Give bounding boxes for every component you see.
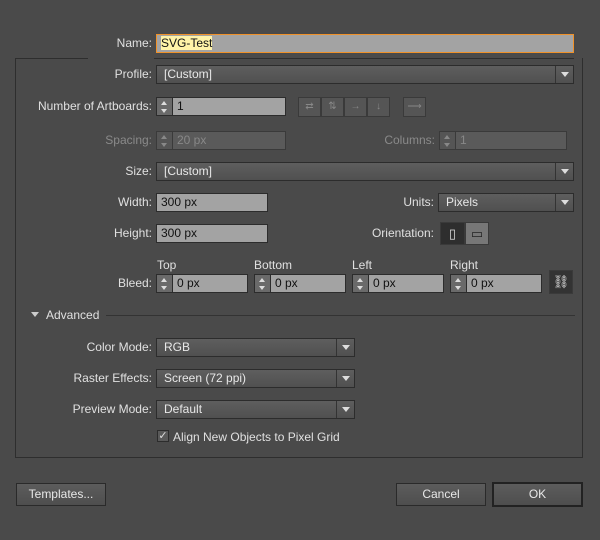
templates-button[interactable]: Templates...	[16, 483, 106, 506]
bleed-top-stepper[interactable]	[156, 274, 172, 293]
size-value: [Custom]	[164, 164, 213, 178]
artboards-input[interactable]: 1	[172, 97, 286, 116]
portrait-icon[interactable]: ▯	[440, 222, 465, 245]
columns-stepper[interactable]	[439, 131, 455, 150]
chevron-down-icon	[555, 66, 573, 83]
bleed-left-stepper[interactable]	[352, 274, 368, 293]
chevron-down-icon	[336, 370, 354, 387]
chevron-down-icon	[336, 401, 354, 418]
size-label: Size:	[125, 164, 152, 178]
chevron-down-icon	[555, 194, 573, 211]
width-label: Width:	[117, 195, 152, 209]
width-input[interactable]: 300 px	[156, 193, 268, 212]
spacing-input[interactable]: 20 px	[172, 131, 286, 150]
arrange-by-column-icon[interactable]: ↓	[367, 97, 390, 117]
chevron-down-icon	[336, 339, 354, 356]
preview-mode-value: Default	[164, 402, 203, 416]
height-label: Height:	[113, 226, 152, 240]
height-input[interactable]: 300 px	[156, 224, 268, 243]
bleed-bottom-input[interactable]: 0 px	[270, 274, 346, 293]
spacing-label: Spacing:	[105, 133, 152, 147]
bleed-bottom-label: Bottom	[254, 258, 293, 272]
size-dropdown[interactable]: [Custom]	[156, 162, 574, 181]
arrange-by-row-icon[interactable]: →	[344, 97, 367, 117]
units-dropdown[interactable]: Pixels	[438, 193, 574, 212]
color-mode-dropdown[interactable]: RGB	[156, 338, 355, 357]
bleed-left-input[interactable]: 0 px	[368, 274, 444, 293]
preview-mode-dropdown[interactable]: Default	[156, 400, 355, 419]
raster-effects-value: Screen (72 ppi)	[164, 371, 247, 385]
profile-value: [Custom]	[164, 67, 213, 81]
grid-by-column-icon[interactable]: ⇅	[321, 97, 344, 117]
units-label: Units:	[403, 195, 434, 209]
advanced-toggle[interactable]: Advanced	[46, 306, 99, 324]
columns-input[interactable]: 1	[455, 131, 567, 150]
landscape-icon[interactable]: ▭	[465, 222, 489, 245]
cancel-button[interactable]: Cancel	[396, 483, 486, 506]
artboards-stepper[interactable]	[156, 97, 172, 116]
bleed-right-label: Right	[450, 258, 479, 272]
raster-effects-label: Raster Effects:	[73, 371, 152, 385]
right-to-left-icon[interactable]: ⟶	[403, 97, 426, 117]
columns-label: Columns:	[384, 133, 435, 147]
disclosure-triangle-icon[interactable]	[31, 312, 39, 317]
chevron-down-icon	[555, 163, 573, 180]
align-pixel-grid-checkbox[interactable]: ✓	[157, 430, 169, 442]
spacing-stepper[interactable]	[156, 131, 172, 150]
color-mode-value: RGB	[164, 340, 191, 354]
bleed-label: Bleed:	[117, 276, 152, 290]
bleed-left-label: Left	[352, 258, 373, 272]
bleed-bottom-stepper[interactable]	[254, 274, 270, 293]
orientation-label: Orientation:	[371, 226, 434, 240]
advanced-divider	[106, 315, 575, 316]
preview-mode-label: Preview Mode:	[72, 402, 152, 416]
grid-by-row-icon[interactable]: ⇄	[298, 97, 321, 117]
settings-group	[15, 58, 583, 458]
bleed-top-input[interactable]: 0 px	[172, 274, 248, 293]
bleed-right-stepper[interactable]	[450, 274, 466, 293]
align-pixel-grid-label[interactable]: Align New Objects to Pixel Grid	[173, 428, 340, 446]
name-label: Name:	[116, 36, 152, 50]
ok-button[interactable]: OK	[492, 482, 583, 507]
artboards-label: Number of Artboards:	[37, 99, 152, 113]
units-value: Pixels	[446, 195, 479, 209]
profile-label: Profile:	[114, 67, 152, 81]
name-input[interactable]: SVG-Test	[156, 34, 574, 53]
color-mode-label: Color Mode:	[86, 340, 152, 354]
profile-dropdown[interactable]: [Custom]	[156, 65, 574, 84]
bleed-top-label: Top	[157, 258, 177, 272]
bleed-right-input[interactable]: 0 px	[466, 274, 542, 293]
raster-effects-dropdown[interactable]: Screen (72 ppi)	[156, 369, 355, 388]
name-value: SVG-Test	[161, 36, 213, 50]
link-icon[interactable]: ⛓	[549, 270, 573, 294]
